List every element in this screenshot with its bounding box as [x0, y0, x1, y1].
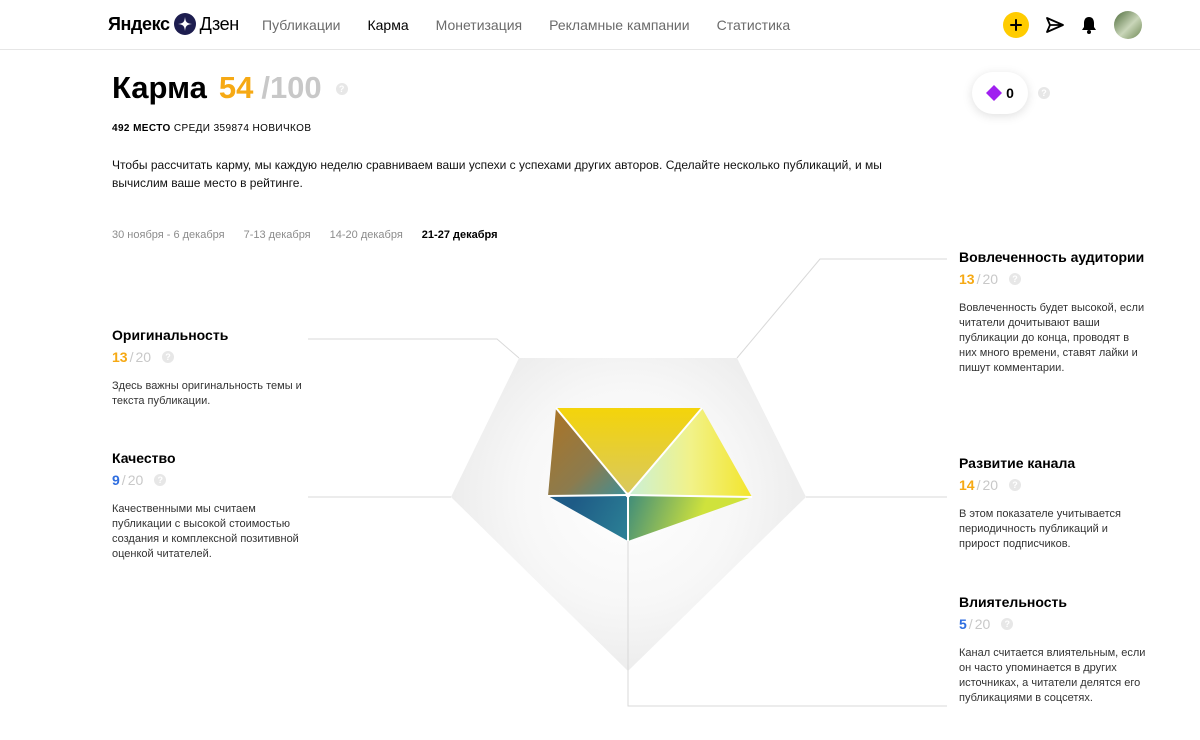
- connector-originality: [308, 338, 520, 359]
- metric-slash: /: [968, 616, 973, 632]
- help-icon[interactable]: ?: [1009, 479, 1022, 491]
- metric-slash: /: [976, 271, 981, 287]
- metric-slash: /: [129, 349, 134, 365]
- metric-max: 20: [974, 616, 991, 632]
- metric-description: В этом показателе учитывается периодично…: [959, 508, 1121, 550]
- metric-slash: /: [976, 477, 981, 493]
- metric-description: Качественными мы считаем публикации с вы…: [112, 503, 299, 560]
- help-icon[interactable]: ?: [1001, 618, 1014, 630]
- metric-score: 14 / 20 ?: [959, 477, 1149, 493]
- metric-engagement: Вовлеченность аудитории 13 / 20 ? Вовлеч…: [959, 249, 1149, 376]
- metric-max: 20: [127, 472, 144, 488]
- radar-center: [625, 492, 631, 498]
- metric-growth: Развитие канала 14 / 20 ? В этом показат…: [959, 455, 1149, 552]
- metric-score: 9 / 20 ?: [112, 472, 302, 488]
- metric-value: 13: [112, 349, 128, 365]
- connector-engagement: [736, 258, 947, 359]
- metric-description: Здесь важны оригинальность темы и текста…: [112, 380, 302, 407]
- metric-score: 13 / 20 ?: [112, 349, 302, 365]
- metric-description: Канал считается влиятельным, если он час…: [959, 647, 1146, 704]
- metric-value: 13: [959, 271, 975, 287]
- metric-quality: Качество 9 / 20 ? Качественными мы счита…: [112, 450, 302, 562]
- metric-value: 9: [112, 472, 120, 488]
- metric-name: Развитие канала: [959, 455, 1076, 471]
- metric-max: 20: [982, 477, 999, 493]
- metric-score: 13 / 20 ?: [959, 271, 1149, 287]
- metric-name: Влиятельность: [959, 594, 1067, 610]
- metric-max: 20: [135, 349, 152, 365]
- metric-value: 14: [959, 477, 975, 493]
- metric-name: Качество: [112, 450, 176, 466]
- metric-slash: /: [121, 472, 126, 488]
- help-icon[interactable]: ?: [162, 351, 175, 363]
- help-icon[interactable]: ?: [1009, 273, 1022, 285]
- metric-score: 5 / 20 ?: [959, 616, 1149, 632]
- metric-name: Вовлеченность аудитории: [959, 249, 1145, 265]
- metric-max: 20: [982, 271, 999, 287]
- metric-originality: Оригинальность 13 / 20 ? Здесь важны ори…: [112, 327, 302, 409]
- metric-influence: Влиятельность 5 / 20 ? Канал считается в…: [959, 594, 1149, 706]
- metric-description: Вовлеченность будет высокой, если читате…: [959, 302, 1145, 374]
- metric-value: 5: [959, 616, 967, 632]
- metric-name: Оригинальность: [112, 327, 229, 343]
- help-icon[interactable]: ?: [154, 474, 167, 486]
